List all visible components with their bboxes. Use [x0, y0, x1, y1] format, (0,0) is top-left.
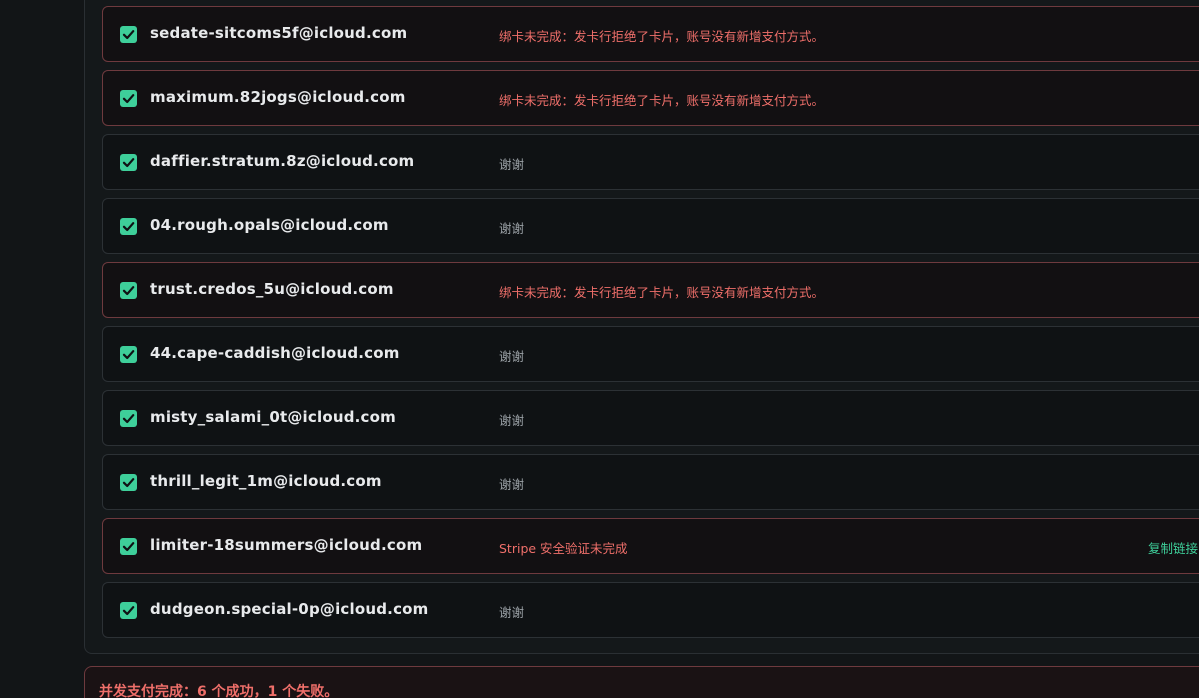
account-status: 谢谢: [499, 413, 525, 428]
account-status: 谢谢: [499, 349, 525, 364]
account-email: misty_salami_0t@icloud.com: [150, 408, 396, 426]
account-status: 谢谢: [499, 157, 525, 172]
account-row: 44.cape-caddish@icloud.com 谢谢: [102, 326, 1199, 382]
copy-link-button[interactable]: 复制链接: [1148, 538, 1198, 557]
account-email: thrill_legit_1m@icloud.com: [150, 472, 382, 490]
account-status: 绑卡未完成：发卡行拒绝了卡片，账号没有新增支付方式。: [499, 93, 825, 108]
account-row: 04.rough.opals@icloud.com 谢谢: [102, 198, 1199, 254]
checkbox-checked-icon[interactable]: [120, 282, 137, 299]
account-status: Stripe 安全验证未完成: [499, 541, 628, 556]
account-email: dudgeon.special-0p@icloud.com: [150, 600, 429, 618]
checkbox-checked-icon[interactable]: [120, 602, 137, 619]
account-email: limiter-18summers@icloud.com: [150, 536, 423, 554]
account-row: limiter-18summers@icloud.com Stripe 安全验证未…: [102, 518, 1199, 574]
checkbox-checked-icon[interactable]: [120, 346, 137, 363]
account-row: sedate-sitcoms5f@icloud.com 绑卡未完成：发卡行拒绝了卡…: [102, 6, 1199, 62]
checkbox-checked-icon[interactable]: [120, 474, 137, 491]
account-row: misty_salami_0t@icloud.com 谢谢: [102, 390, 1199, 446]
account-row: thrill_legit_1m@icloud.com 谢谢: [102, 454, 1199, 510]
account-email: maximum.82jogs@icloud.com: [150, 88, 406, 106]
account-status: 谢谢: [499, 605, 525, 620]
checkbox-checked-icon[interactable]: [120, 90, 137, 107]
account-row: maximum.82jogs@icloud.com 绑卡未完成：发卡行拒绝了卡片，…: [102, 70, 1199, 126]
account-row: trust.credos_5u@icloud.com 绑卡未完成：发卡行拒绝了卡片…: [102, 262, 1199, 318]
account-status: 谢谢: [499, 477, 525, 492]
checkbox-checked-icon[interactable]: [120, 218, 137, 235]
payment-results-page: sedate-sitcoms5f@icloud.com 绑卡未完成：发卡行拒绝了卡…: [0, 0, 1199, 698]
checkbox-checked-icon[interactable]: [120, 154, 137, 171]
account-row: dudgeon.special-0p@icloud.com 谢谢: [102, 582, 1199, 638]
account-email: trust.credos_5u@icloud.com: [150, 280, 394, 298]
account-row: daffier.stratum.8z@icloud.com 谢谢: [102, 134, 1199, 190]
summary-text: 并发支付完成：6 个成功，1 个失败。: [99, 684, 339, 698]
account-email: 44.cape-caddish@icloud.com: [150, 344, 400, 362]
account-email: sedate-sitcoms5f@icloud.com: [150, 24, 408, 42]
account-email: daffier.stratum.8z@icloud.com: [150, 152, 415, 170]
account-status: 谢谢: [499, 221, 525, 236]
account-list: sedate-sitcoms5f@icloud.com 绑卡未完成：发卡行拒绝了卡…: [102, 6, 1199, 646]
checkbox-checked-icon[interactable]: [120, 26, 137, 43]
summary-banner: 并发支付完成：6 个成功，1 个失败。: [84, 666, 1199, 698]
account-status: 绑卡未完成：发卡行拒绝了卡片，账号没有新增支付方式。: [499, 29, 825, 44]
checkbox-checked-icon[interactable]: [120, 538, 137, 555]
account-status: 绑卡未完成：发卡行拒绝了卡片，账号没有新增支付方式。: [499, 285, 825, 300]
account-email: 04.rough.opals@icloud.com: [150, 216, 389, 234]
checkbox-checked-icon[interactable]: [120, 410, 137, 427]
